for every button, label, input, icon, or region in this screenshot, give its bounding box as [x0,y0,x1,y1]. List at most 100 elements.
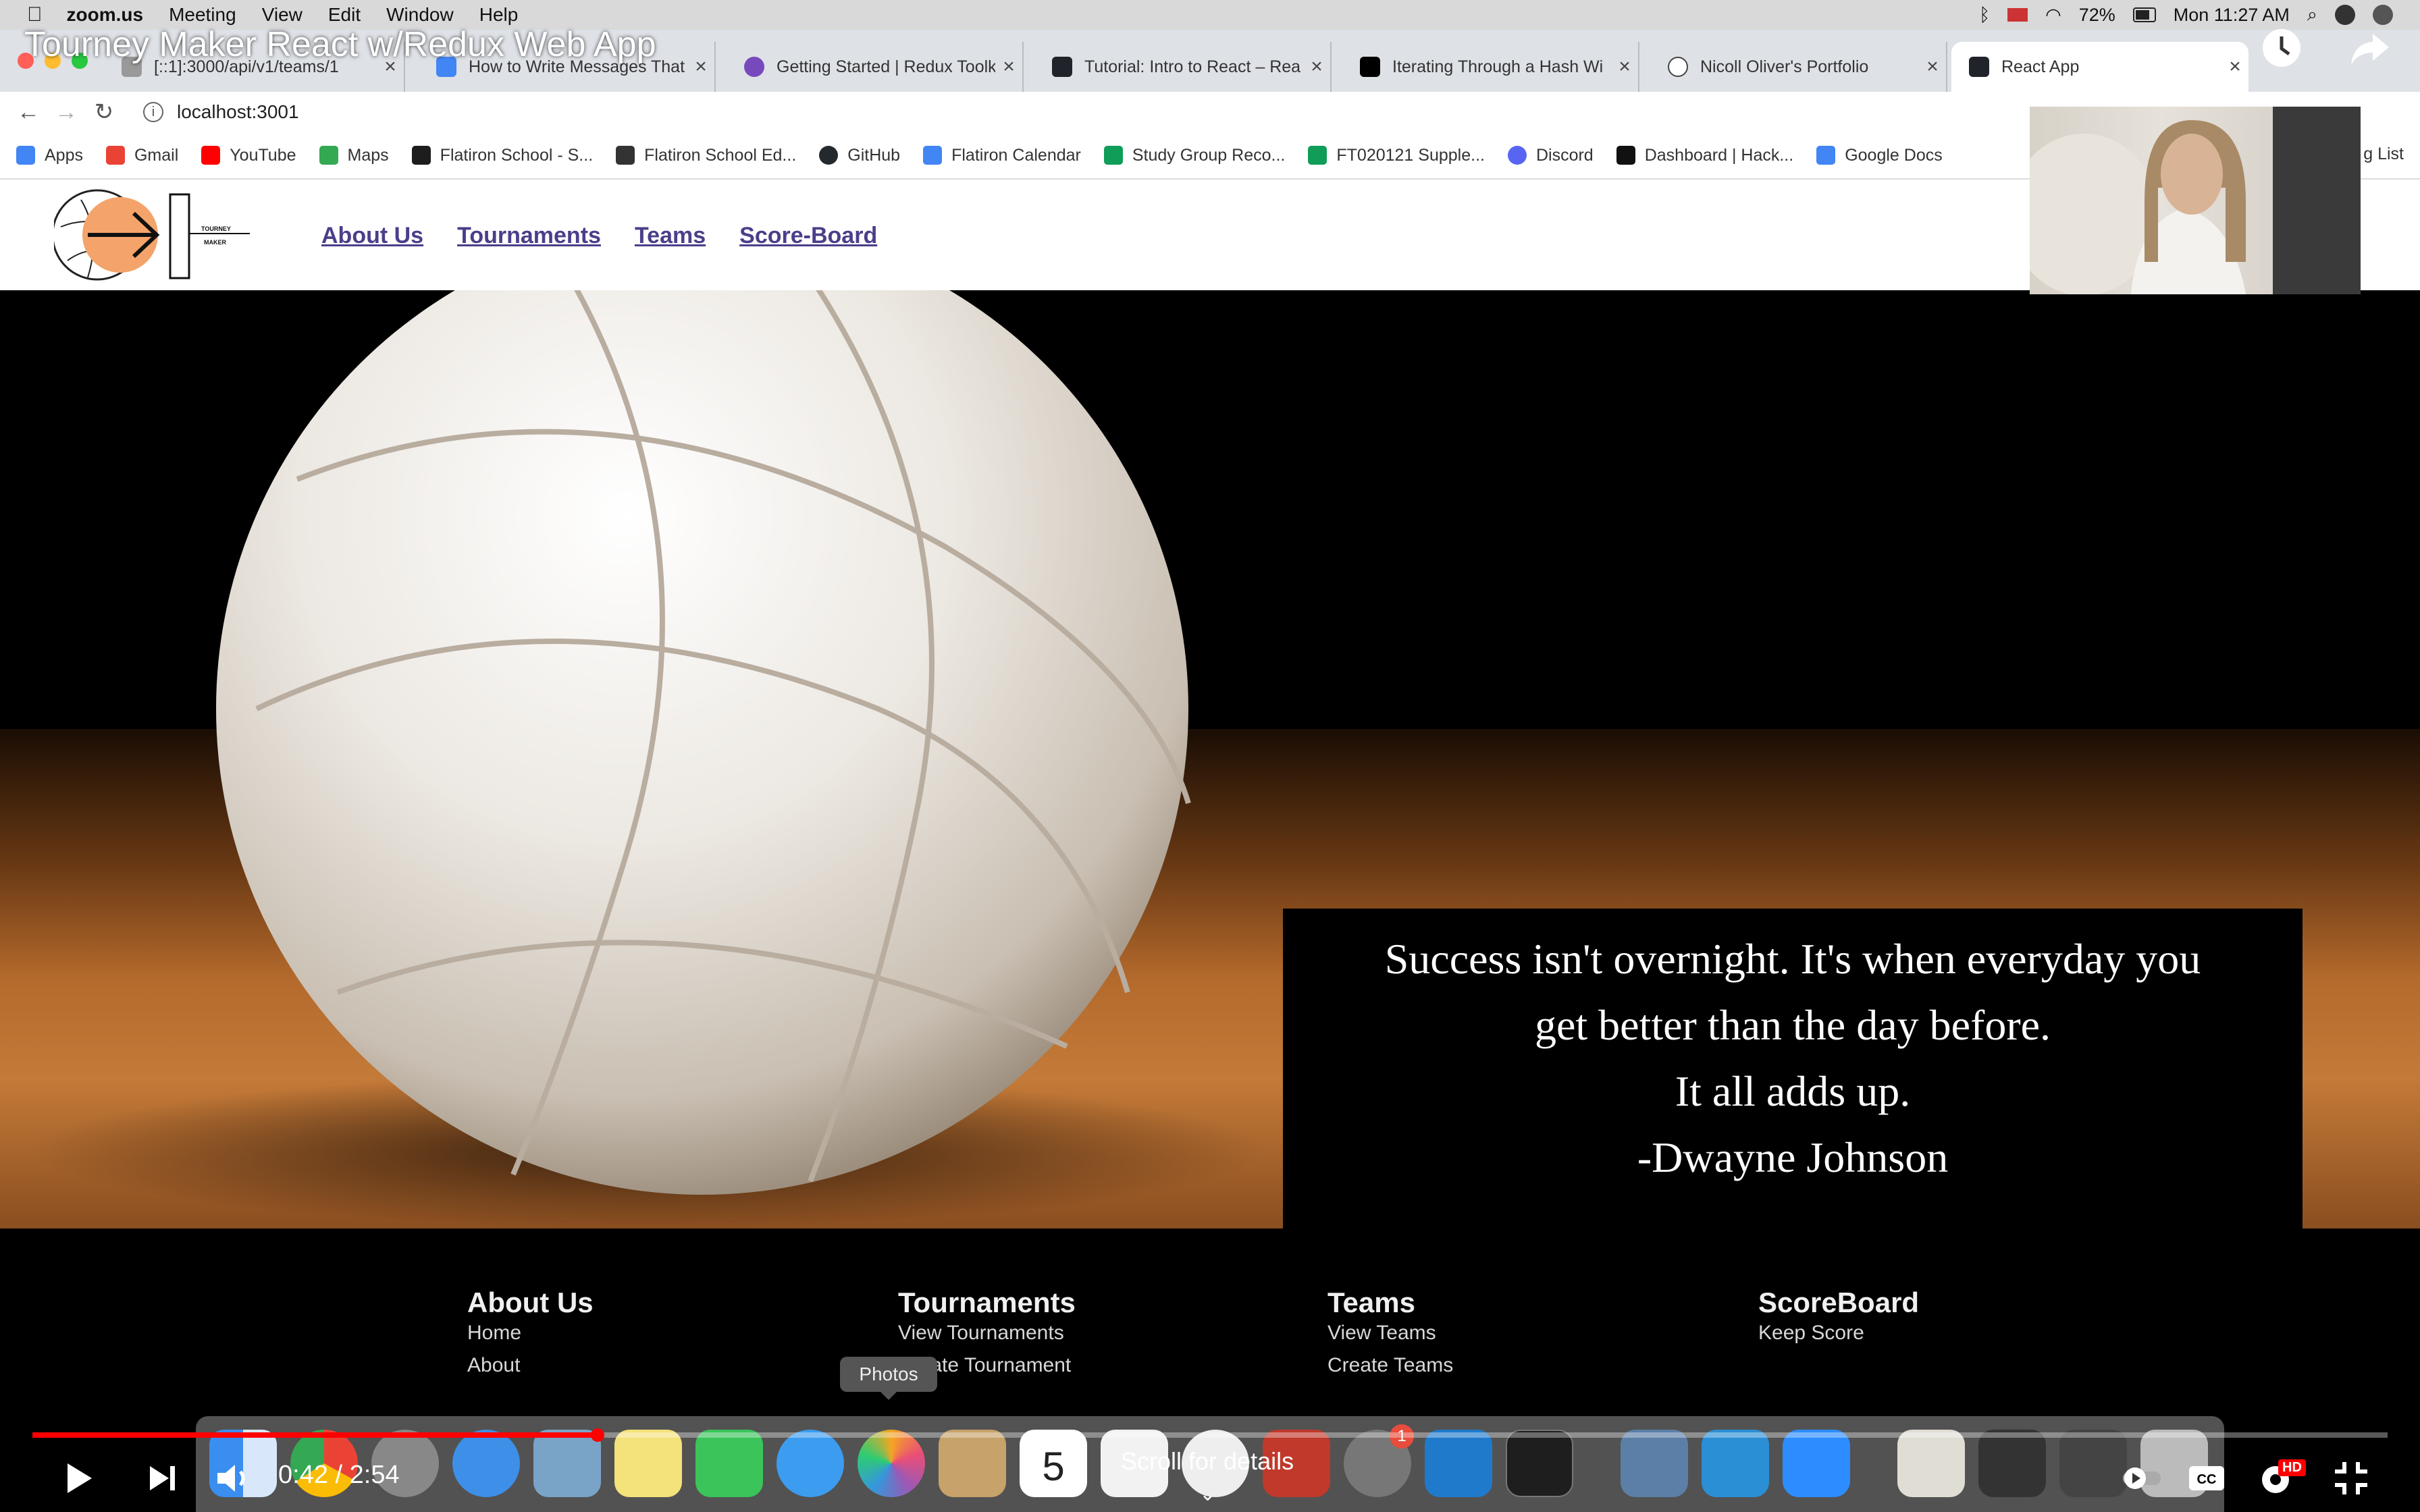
bookmark-flatiron-s[interactable]: Flatiron School - S... [411,146,593,165]
apple-icon[interactable]:  [27,3,43,26]
flag-icon[interactable] [2007,8,2028,22]
back-arrow-icon[interactable]: ← [9,99,47,126]
footer-heading: Teams [1327,1287,1415,1318]
menu-app-name[interactable]: zoom.us [67,4,144,26]
bookmark-maps[interactable]: Maps [319,146,389,165]
footer-link-create-teams[interactable]: Create Teams [1327,1354,1453,1377]
tab-react-app[interactable]: React App × [1951,42,2248,92]
bookmark-flatiron-calendar[interactable]: Flatiron Calendar [923,146,1081,165]
nav-tournaments[interactable]: Tournaments [457,223,601,249]
bookmark-label: Google Docs [1845,145,1943,165]
close-icon[interactable]: × [1611,55,1638,78]
bookmark-dashboard[interactable]: Dashboard | Hack... [1616,146,1793,165]
next-icon[interactable] [140,1457,184,1500]
bookmark-gmail[interactable]: Gmail [105,145,179,165]
scroll-for-details[interactable]: Scroll for details [1121,1447,1294,1476]
tab-redux-toolkit[interactable]: Getting Started | Redux Toolk × [727,42,1024,92]
close-icon[interactable]: × [995,55,1022,78]
bookmark-label: YouTube [230,145,296,165]
close-icon[interactable]: × [687,55,714,78]
bookmark-label: FT020121 Supple... [1336,145,1485,165]
close-icon[interactable]: × [1919,55,1946,78]
quote-line-2: get better than the day before. [1534,1001,2051,1049]
video-timecode: 0:42 / 2:54 [278,1461,400,1489]
battery-icon[interactable] [2132,7,2156,22]
tourney-maker-logo[interactable]: TOURNEY MAKER [54,186,257,285]
site-info-icon[interactable]: i [143,102,163,122]
bluetooth-icon[interactable]: ᛒ [1979,5,1990,26]
bookmark-apps[interactable]: Apps [16,146,83,165]
footer-link-about[interactable]: About [467,1354,594,1377]
bookmark-label: Flatiron Calendar [951,145,1081,165]
footer-col-teams: Teams View Teams Create Teams [1327,1287,1453,1386]
menu-meeting[interactable]: Meeting [169,4,236,26]
svg-text:CC: CC [2197,1472,2217,1487]
siri-icon[interactable] [2335,5,2355,25]
medium-icon [1360,57,1380,77]
close-icon[interactable]: × [2221,55,2248,78]
screen-root:  zoom.us Meeting View Edit Window Help … [0,0,2420,1512]
quote-author: -Dwayne Johnson [1637,1133,1949,1181]
tab-portfolio[interactable]: Nicoll Oliver's Portfolio × [1650,42,1947,92]
control-center-icon[interactable] [2373,5,2393,25]
apps-grid-icon [16,146,35,165]
footer-heading: Tournaments [898,1287,1076,1318]
url-field[interactable]: localhost:3001 [177,101,299,123]
footer-link-view-teams[interactable]: View Teams [1327,1322,1453,1345]
video-scrubber-handle[interactable] [591,1428,604,1442]
graduation-cap-icon [616,146,635,165]
hero-banner: Success isn't overnight. It's when every… [0,290,2420,1228]
tab-label: Iterating Through a Hash Wi [1392,57,1604,76]
video-progress-played [32,1432,598,1438]
share-icon[interactable] [2346,24,2393,72]
watch-later-icon[interactable] [2258,24,2305,72]
footer-col-scoreboard: ScoreBoard Keep Score [1758,1287,1919,1354]
bookmark-study-group[interactable]: Study Group Reco... [1103,146,1285,165]
tab-label: Getting Started | Redux Toolk [777,57,995,76]
quote-box: Success isn't overnight. It's when every… [1283,909,2303,1228]
menu-help[interactable]: Help [479,4,519,26]
reading-list[interactable]: g List [2363,144,2404,164]
captions-icon[interactable]: CC [2185,1457,2228,1500]
menu-view[interactable]: View [262,4,302,26]
menu-edit[interactable]: Edit [328,4,361,26]
footer-link-view-tournaments[interactable]: View Tournaments [898,1322,1076,1345]
clock[interactable]: Mon 11:27 AM [2174,5,2290,26]
dock-tooltip: Photos [840,1357,937,1400]
presenter-icon [2030,107,2361,294]
bookmark-flatiron-ed[interactable]: Flatiron School Ed... [616,146,796,165]
play-icon[interactable] [57,1457,100,1500]
maps-pin-icon [319,146,338,165]
forward-arrow-icon[interactable]: → [47,99,85,126]
bookmark-github[interactable]: GitHub [819,146,900,165]
exit-fullscreen-icon[interactable] [2330,1457,2373,1500]
tab-hash-iterating[interactable]: Iterating Through a Hash Wi × [1342,42,1639,92]
bookmark-label: Gmail [134,145,179,165]
close-icon[interactable]: × [1303,55,1330,78]
quote-line-1: Success isn't overnight. It's when every… [1384,935,2201,983]
site-footer: About Us Home About Tournaments View Tou… [0,1228,2420,1418]
docs-icon [1816,146,1836,165]
webcam-video[interactable] [2030,107,2361,294]
bookmark-ft020121[interactable]: FT020121 Supple... [1308,146,1485,165]
video-title[interactable]: Tourney Maker React w/Redux Web App [24,24,656,65]
wifi-icon[interactable]: ◠ [2045,5,2061,26]
bookmark-google-docs[interactable]: Google Docs [1816,146,1943,165]
tab-react-tutorial[interactable]: Tutorial: Intro to React – Rea × [1034,42,1332,92]
footer-link-keep-score[interactable]: Keep Score [1758,1322,1919,1345]
bookmark-youtube[interactable]: YouTube [201,146,296,165]
volume-icon[interactable] [212,1457,255,1500]
menu-window[interactable]: Window [386,4,454,26]
bookmark-discord[interactable]: Discord [1507,146,1594,165]
autoplay-toggle-icon[interactable] [2120,1457,2163,1500]
nav-about-us[interactable]: About Us [321,223,423,249]
volleyball-image [216,290,1191,1195]
youtube-icon [201,146,221,165]
nav-score-board[interactable]: Score-Board [739,223,877,249]
footer-link-home[interactable]: Home [467,1322,594,1345]
spotlight-icon[interactable]: ⌕ [2307,4,2317,26]
reload-icon[interactable]: ↻ [85,99,123,126]
react-icon [1969,57,1989,77]
chevron-down-icon[interactable]: ⌄ [1199,1482,1216,1506]
nav-teams[interactable]: Teams [635,223,706,249]
